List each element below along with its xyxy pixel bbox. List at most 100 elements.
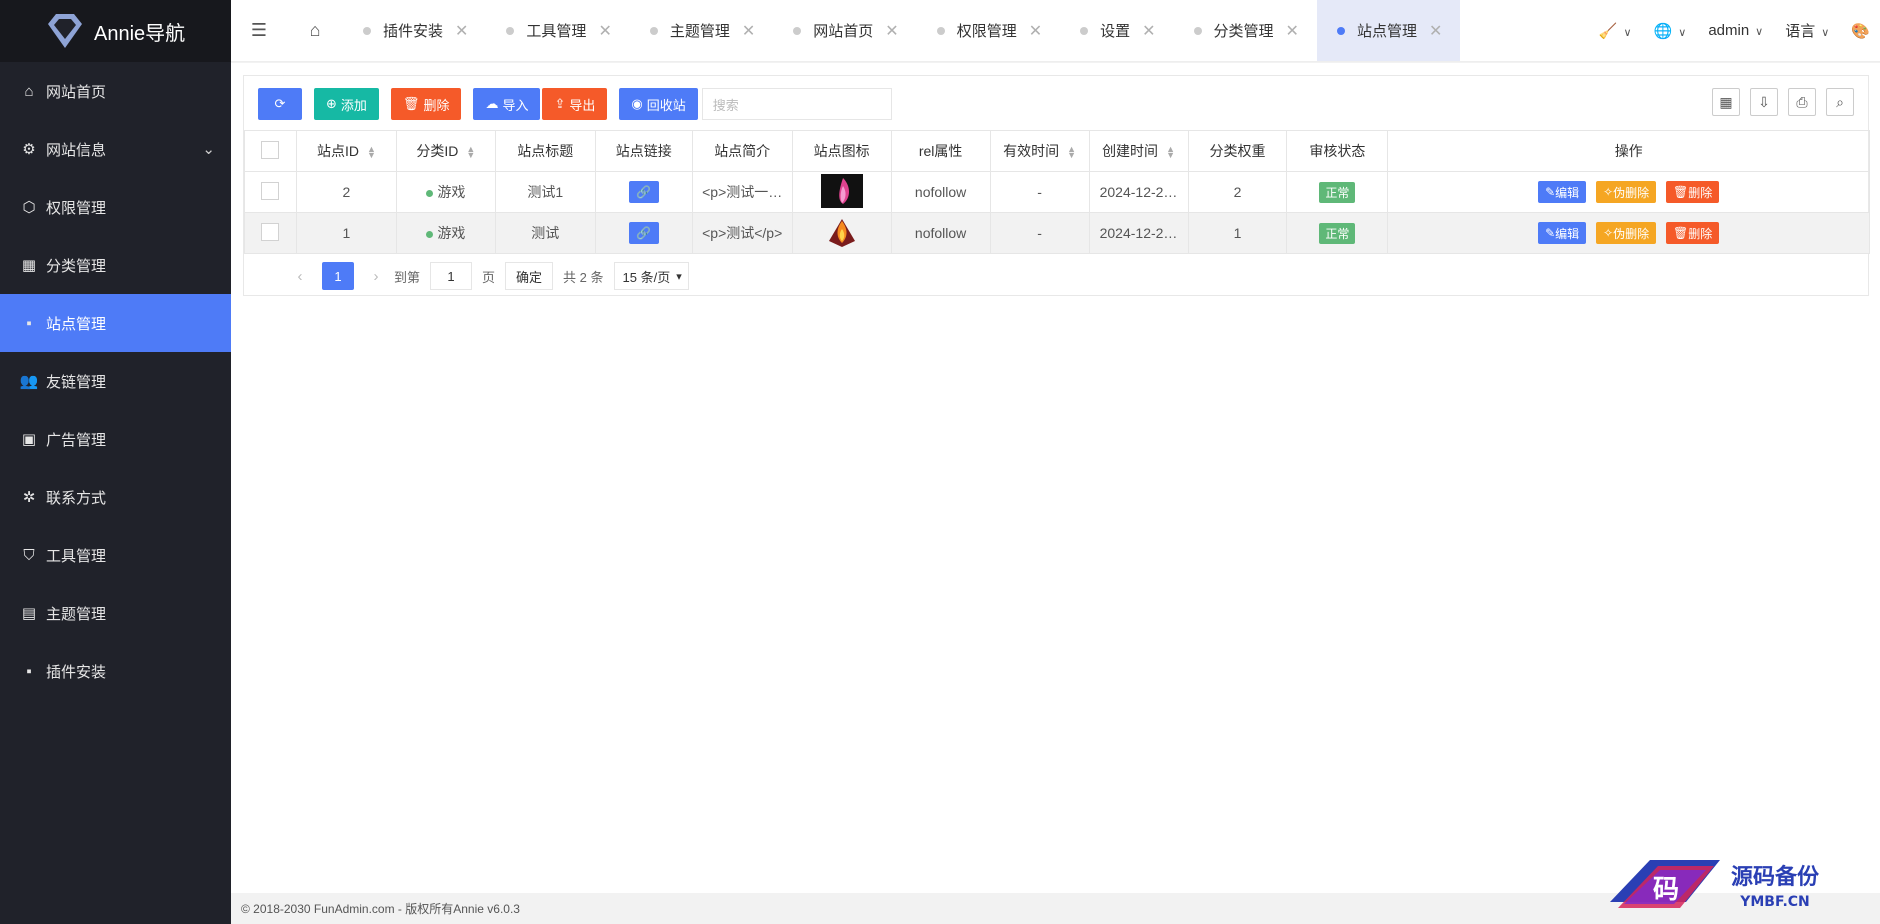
close-icon[interactable]: ✕ <box>1029 21 1042 41</box>
language-menu[interactable]: 语言 ∨ <box>1785 20 1829 41</box>
next-page-icon[interactable]: › <box>366 268 386 285</box>
add-button[interactable]: ⊕ 添加 <box>314 88 379 120</box>
search-input[interactable]: 搜索 <box>701 88 892 120</box>
tab-sites[interactable]: 站点管理 ✕ <box>1316 0 1461 61</box>
pagination: ‹ 1 › 到第 1 页 确定 共 2 条 15 条/页 ▾ <box>290 262 689 290</box>
columns-icon[interactable]: ▦ <box>1712 88 1740 116</box>
sidebar-item-label: 主题管理 <box>46 605 107 623</box>
site-thumbnail-icon[interactable] <box>821 215 863 249</box>
sidebar-item-home[interactable]: ⌂ 网站首页 <box>0 62 231 120</box>
tab-dot <box>936 26 945 35</box>
site-thumbnail-icon[interactable] <box>820 173 863 208</box>
delete-row-button[interactable]: 🗑 删除 <box>1666 222 1720 244</box>
broom-icon: ✧ <box>1603 185 1614 199</box>
tab-themes[interactable]: 主题管理 ✕ <box>630 0 773 61</box>
row-checkbox[interactable] <box>261 222 280 241</box>
close-icon[interactable]: ✕ <box>885 21 898 41</box>
menu-toggle-icon[interactable]: ☰ <box>231 0 287 61</box>
per-page-select[interactable]: 15 条/页 ▾ <box>613 262 689 290</box>
close-icon[interactable]: ✕ <box>1429 21 1442 41</box>
export-table-icon[interactable]: ⇩ <box>1750 88 1778 116</box>
user-menu[interactable]: admin ∨ <box>1708 22 1763 39</box>
tab-plugins[interactable]: 插件安装 ✕ <box>343 0 486 61</box>
table-toolbar: ⟳ ⊕ 添加 🗑 删除 ☁ 导入 ⇪ 导出 ◉ 回收站 搜索 <box>258 88 892 120</box>
tab-home[interactable]: 网站首页 ✕ <box>773 0 916 61</box>
chevron-down-icon: ∨ <box>1755 26 1764 38</box>
edit-button[interactable]: ✎ 编辑 <box>1538 222 1587 244</box>
status-dot-icon <box>426 230 434 238</box>
refresh-button[interactable]: ⟳ <box>258 88 302 120</box>
link-icon[interactable]: 🔗 <box>628 181 659 203</box>
close-icon[interactable]: ✕ <box>598 21 611 41</box>
status-badge[interactable]: 正常 <box>1319 222 1356 244</box>
sidebar-item-tools[interactable]: ⛉ 工具管理 <box>0 526 231 584</box>
site-menu-button[interactable]: 🌐 ∨ <box>1654 22 1687 40</box>
close-icon[interactable]: ✕ <box>1142 21 1155 41</box>
export-button[interactable]: ⇪ 导出 <box>542 88 608 120</box>
sidebar-item-themes[interactable]: ▤ 主题管理 <box>0 584 231 642</box>
sidebar-item-links[interactable]: 👥 友链管理 <box>0 352 231 410</box>
theme-palette-icon[interactable]: 🎨 <box>1851 22 1870 40</box>
trash-icon: 🗑 <box>1673 185 1689 199</box>
sidebar-item-plugins[interactable]: ▪ 插件安装 <box>0 642 231 700</box>
trash-icon: 🗑 <box>402 96 420 111</box>
export-icon: ⇪ <box>554 96 566 111</box>
row-checkbox[interactable] <box>261 181 280 200</box>
sidebar-item-categories[interactable]: ▦ 分类管理 <box>0 236 231 294</box>
sidebar-item-permissions[interactable]: ⬡ 权限管理 <box>0 178 231 236</box>
recycle-bin-button[interactable]: ◉ 回收站 <box>619 88 698 120</box>
prev-page-icon[interactable]: ‹ <box>290 268 310 285</box>
sort-icon[interactable]: ▲ ▼ <box>466 145 475 160</box>
sort-icon[interactable]: ▲ ▼ <box>1166 145 1175 160</box>
status-badge[interactable]: 正常 <box>1319 181 1356 203</box>
tab-dot <box>793 26 802 35</box>
sidebar-item-site-info[interactable]: ⚙ 网站信息 ⌄ <box>0 120 231 178</box>
sort-icon[interactable]: ▲ ▼ <box>367 145 376 160</box>
sidebar-item-ads[interactable]: ▣ 广告管理 <box>0 410 231 468</box>
total-count: 共 2 条 <box>563 269 604 285</box>
cell-actions: ✎ 编辑 ✧ 伪删除 🗑 删除 <box>1387 212 1870 254</box>
add-label: 添加 <box>340 97 367 113</box>
close-icon[interactable]: ✕ <box>455 21 468 41</box>
trash-icon: 🗑 <box>1673 226 1689 240</box>
clear-cache-button[interactable]: 🧹 ∨ <box>1599 22 1632 40</box>
select-all-checkbox[interactable] <box>261 140 280 159</box>
delete-button[interactable]: 🗑 删除 <box>390 88 462 120</box>
print-icon[interactable]: ⎙ <box>1788 88 1816 116</box>
col-site-id[interactable]: 站点ID ▲ ▼ <box>295 130 397 172</box>
home-tab-icon[interactable]: ⌂ <box>287 0 343 61</box>
delete-row-button[interactable]: 🗑 删除 <box>1666 181 1720 203</box>
soft-delete-button[interactable]: ✧ 伪删除 <box>1596 181 1657 203</box>
tab-categories[interactable]: 分类管理 ✕ <box>1174 0 1317 61</box>
tab-permissions[interactable]: 权限管理 ✕ <box>917 0 1060 61</box>
soft-delete-button[interactable]: ✧ 伪删除 <box>1596 222 1657 244</box>
app-title: Annie导航 <box>94 22 186 45</box>
logo[interactable]: Annie导航 <box>0 0 231 62</box>
page-current[interactable]: 1 <box>322 262 354 290</box>
close-icon[interactable]: ✕ <box>742 21 755 41</box>
username: admin <box>1708 22 1750 39</box>
sort-icon[interactable]: ▲ ▼ <box>1067 145 1076 160</box>
tab-settings[interactable]: 设置 ✕ <box>1060 0 1173 61</box>
col-created[interactable]: 创建时间 ▲ ▼ <box>1088 130 1189 172</box>
close-icon[interactable]: ✕ <box>1286 21 1299 41</box>
import-button[interactable]: ☁ 导入 <box>473 88 541 120</box>
link-icon[interactable]: 🔗 <box>628 222 659 244</box>
goto-confirm-button[interactable]: 确定 <box>505 262 554 290</box>
tab-label: 权限管理 <box>956 23 1017 40</box>
sidebar-item-sites[interactable]: ▪ 站点管理 <box>0 294 231 352</box>
col-label: 分类ID <box>416 143 459 159</box>
search-icon[interactable]: ⌕ <box>1826 88 1854 116</box>
copyright-text: © 2018-2030 FunAdmin.com - 版权所有Annie v6.… <box>241 902 520 916</box>
tab-tools[interactable]: 工具管理 ✕ <box>486 0 629 61</box>
windows-icon: ▪ <box>26 662 32 680</box>
col-category-id[interactable]: 分类ID ▲ ▼ <box>395 130 496 172</box>
watermark-url: YMBF.CN <box>1739 894 1810 910</box>
edit-button[interactable]: ✎ 编辑 <box>1538 181 1587 203</box>
sidebar-item-contact[interactable]: ✲ 联系方式 <box>0 468 231 526</box>
soft-delete-label: 伪删除 <box>1613 185 1650 200</box>
page-input[interactable]: 1 <box>430 262 473 290</box>
col-title: 站点标题 <box>494 130 596 172</box>
col-label: 创建时间 <box>1102 143 1159 159</box>
col-valid-time[interactable]: 有效时间 ▲ ▼ <box>989 130 1090 172</box>
